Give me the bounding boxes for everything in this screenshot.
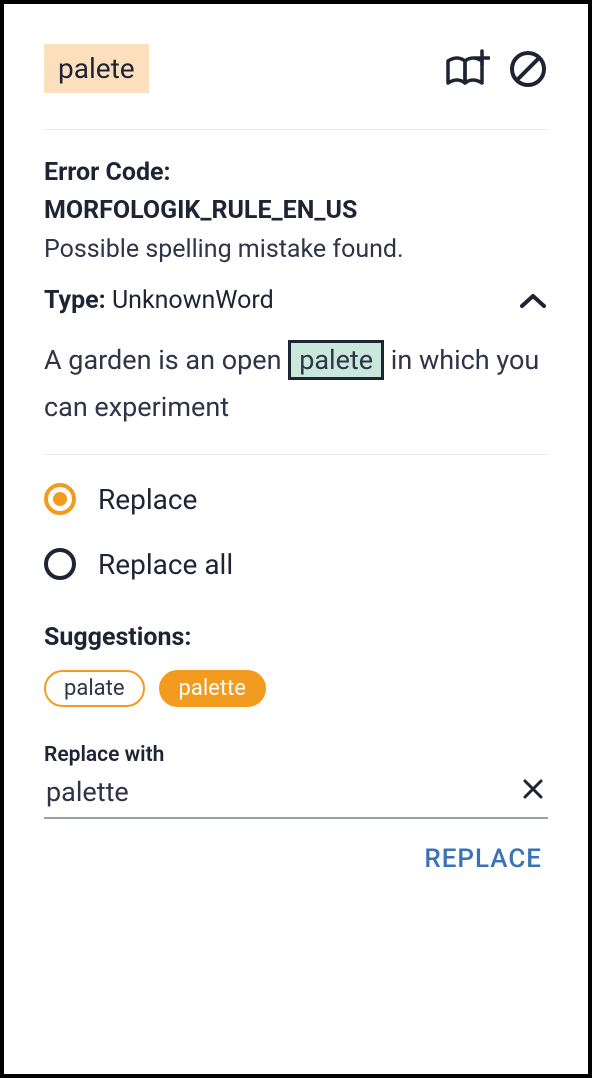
- suggestion-chip[interactable]: palate: [44, 670, 145, 707]
- error-description: Possible spelling mistake found.: [44, 235, 548, 264]
- divider: [44, 454, 548, 455]
- flagged-word-chip: palete: [44, 44, 149, 93]
- radio-replace-all-label: Replace all: [98, 548, 233, 581]
- type-label: Type:: [44, 286, 106, 315]
- collapse-chevron-up-icon[interactable]: [518, 291, 548, 311]
- clear-input-icon[interactable]: [518, 777, 548, 807]
- suggestion-chip[interactable]: palette: [159, 670, 266, 707]
- suggestion-chips: palate palette: [44, 670, 548, 707]
- radio-selected-icon: [44, 483, 76, 515]
- context-sentence: A garden is an open palete in which you …: [44, 337, 548, 432]
- radio-replace-all[interactable]: Replace all: [44, 548, 548, 581]
- radio-replace-label: Replace: [98, 483, 197, 516]
- radio-unselected-icon: [44, 548, 76, 580]
- replace-button[interactable]: REPLACE: [418, 843, 548, 875]
- add-to-dictionary-icon[interactable]: [444, 49, 490, 89]
- context-before: A garden is an open: [44, 344, 288, 376]
- context-highlighted-word: palete: [288, 340, 384, 380]
- divider: [44, 129, 548, 130]
- replace-with-input[interactable]: [44, 775, 518, 809]
- error-code-value: MORFOLOGIK_RULE_EN_US: [44, 192, 548, 230]
- replace-with-label: Replace with: [44, 743, 548, 767]
- ignore-icon[interactable]: [508, 49, 548, 89]
- error-code-label: Error Code:: [44, 154, 548, 192]
- type-value: UnknownWord: [112, 286, 274, 315]
- error-type: Type: UnknownWord: [44, 286, 274, 315]
- radio-replace[interactable]: Replace: [44, 483, 548, 516]
- suggestions-label: Suggestions:: [44, 623, 548, 652]
